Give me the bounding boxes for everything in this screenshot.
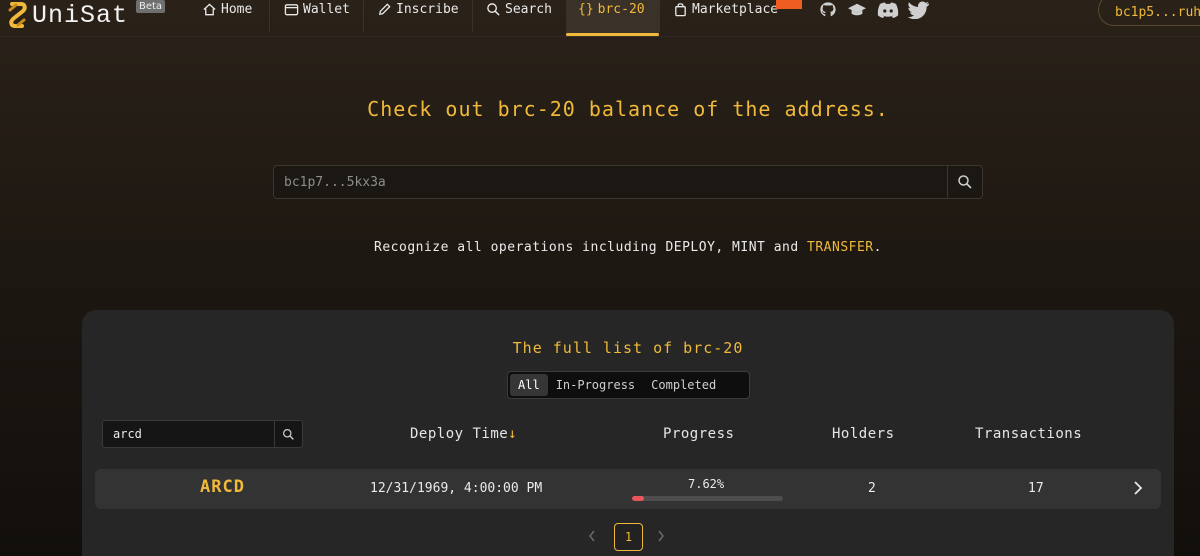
graduation-cap-icon[interactable] xyxy=(846,1,868,19)
nav-marketplace[interactable]: Marketplace xyxy=(673,0,778,37)
table-row[interactable]: ARCD 12/31/1969, 4:00:00 PM 7.62% 2 17 xyxy=(95,469,1161,509)
progress-value: 7.62% xyxy=(688,477,725,491)
braces-icon: {} xyxy=(578,2,594,17)
progress-bar-fill xyxy=(632,496,644,501)
operations-description: Recognize all operations including DEPLO… xyxy=(374,240,882,255)
transactions-value: 17 xyxy=(1028,481,1044,496)
pagination: 1 xyxy=(82,523,1174,551)
nav-brc20[interactable]: {} brc-20 xyxy=(566,0,659,37)
tick-name[interactable]: ARCD xyxy=(200,477,245,497)
brand-name: UniSat xyxy=(32,0,129,30)
home-icon xyxy=(203,3,216,16)
nav-wallet[interactable]: Wallet xyxy=(284,0,350,37)
active-nav-indicator xyxy=(566,33,659,36)
search-icon xyxy=(958,175,972,189)
tab-all[interactable]: All xyxy=(510,374,548,396)
bag-icon xyxy=(675,3,686,17)
column-transactions: Transactions xyxy=(975,426,1083,442)
status-filter-tabs: All In-Progress Completed xyxy=(507,371,750,399)
holders-value: 2 xyxy=(868,481,876,496)
tab-in-progress[interactable]: In-Progress xyxy=(548,374,643,396)
list-title: The full list of brc-20 xyxy=(512,339,744,357)
twitter-icon[interactable] xyxy=(908,1,930,19)
search-icon xyxy=(283,428,294,440)
discord-icon[interactable] xyxy=(877,1,899,19)
hero-title: Check out brc-20 balance of the address. xyxy=(367,97,889,121)
deploy-time-value: 12/31/1969, 4:00:00 PM xyxy=(370,481,543,496)
brc20-list-panel: The full list of brc-20 All In-Progress … xyxy=(82,310,1174,556)
chevron-left-icon[interactable] xyxy=(587,529,597,543)
brand-logo[interactable]: UniSat xyxy=(4,0,128,30)
tick-filter-button[interactable] xyxy=(274,421,302,447)
marketplace-badge xyxy=(776,0,802,9)
address-search-button[interactable] xyxy=(947,166,982,198)
tab-completed[interactable]: Completed xyxy=(643,374,724,396)
page-number-current[interactable]: 1 xyxy=(614,523,643,551)
top-nav: UniSat Beta Home Wallet Inscribe Search … xyxy=(0,0,1200,37)
tick-filter-box xyxy=(102,420,303,448)
tick-filter-input[interactable] xyxy=(103,421,275,447)
address-search-box xyxy=(273,165,983,199)
sort-desc-icon: ↓ xyxy=(508,426,518,442)
nav-inscribe[interactable]: Inscribe xyxy=(377,0,459,37)
unisat-logo-icon xyxy=(8,2,27,28)
search-icon xyxy=(487,3,500,16)
chevron-right-icon[interactable] xyxy=(1131,480,1145,496)
connected-address-button[interactable]: bc1p5...ruh xyxy=(1098,0,1200,26)
github-icon[interactable] xyxy=(818,1,838,19)
nav-search[interactable]: Search xyxy=(486,0,552,37)
nav-home[interactable]: Home xyxy=(202,0,252,37)
beta-badge: Beta xyxy=(136,0,166,13)
address-search-input[interactable] xyxy=(274,166,948,198)
column-progress: Progress xyxy=(663,426,735,442)
column-deploy-time[interactable]: Deploy Time↓ xyxy=(410,426,517,442)
progress-bar xyxy=(632,496,783,501)
transfer-highlight: TRANSFER xyxy=(807,240,874,255)
wallet-icon xyxy=(284,4,299,16)
column-holders: Holders xyxy=(832,426,895,442)
pencil-icon xyxy=(379,3,391,15)
chevron-right-icon[interactable] xyxy=(656,529,666,543)
